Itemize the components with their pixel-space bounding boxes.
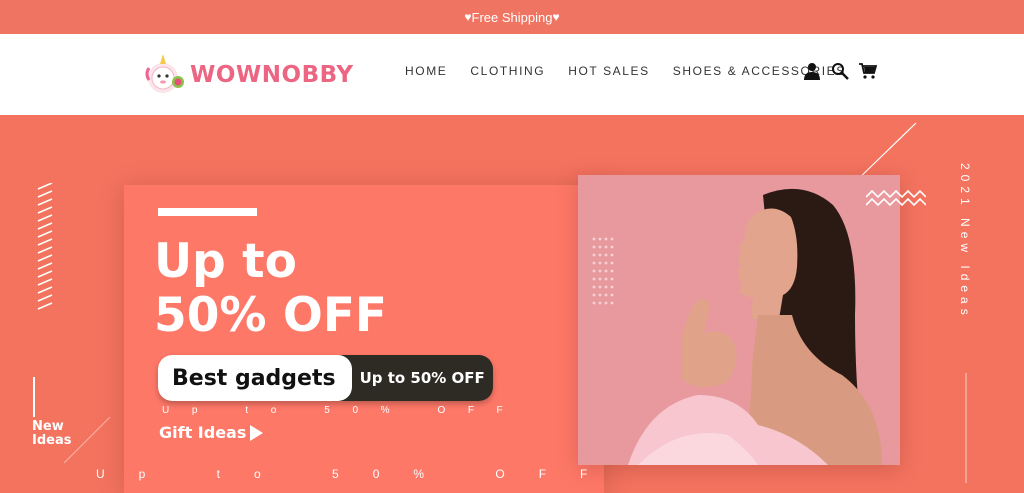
promo-card: Up to 50% OFF Best gadgets Up to 50% OFF… xyxy=(124,185,604,493)
diagonal-line-decoration xyxy=(63,416,111,464)
model-photo xyxy=(578,175,900,465)
cart-icon[interactable] xyxy=(859,62,878,80)
spaced-tagline: Up to 50% OFF xyxy=(162,405,526,416)
diagonal-stripes-decoration xyxy=(37,183,53,310)
hero-banner[interactable]: New Ideas Up to 50% OFF Best gadgets Up … xyxy=(0,115,1024,493)
logo-text: WOWNOBBY xyxy=(190,62,354,88)
nav-home[interactable]: HOME xyxy=(405,64,447,78)
top-announcement-bar: ♥ Free Shipping ♥ xyxy=(0,0,1024,34)
best-gadgets-label: Best gadgets xyxy=(158,355,352,401)
up-to-50-label: Up to 50% OFF xyxy=(337,355,493,401)
account-icon[interactable] xyxy=(803,62,821,80)
gift-ideas-label: Gift Ideas xyxy=(159,423,247,442)
decorative-line xyxy=(33,377,35,417)
site-header: WOWNOBBY HOME CLOTHING HOT SALES SHOES &… xyxy=(0,34,1024,115)
accent-bar xyxy=(158,208,257,216)
play-arrow-icon xyxy=(250,424,264,441)
header-icons xyxy=(803,62,878,80)
heart-icon: ♥ xyxy=(464,10,472,24)
headline-line2: 50% OFF xyxy=(154,288,388,343)
vertical-tagline: 2021 New Ideas xyxy=(958,163,972,320)
nav-clothing[interactable]: CLOTHING xyxy=(470,64,545,78)
bottom-spaced-tagline: Up to 50% OFF xyxy=(96,467,622,481)
free-shipping-text: Free Shipping xyxy=(471,9,553,25)
decorative-line xyxy=(965,373,967,483)
heart-icon: ♥ xyxy=(552,10,560,24)
gift-ideas-link[interactable]: Gift Ideas xyxy=(159,423,264,442)
headline: Up to 50% OFF xyxy=(154,235,387,343)
unicorn-logo-icon xyxy=(140,52,186,98)
zigzag-decoration xyxy=(866,189,926,207)
promo-pill[interactable]: Best gadgets Up to 50% OFF xyxy=(158,355,493,401)
nav-hot-sales[interactable]: HOT SALES xyxy=(568,64,650,78)
woman-profile-image xyxy=(578,175,900,465)
headline-line1: Up to xyxy=(154,234,297,289)
search-icon[interactable] xyxy=(831,62,849,80)
main-nav: HOME CLOTHING HOT SALES SHOES & ACCESSOR… xyxy=(405,64,869,78)
logo[interactable]: WOWNOBBY xyxy=(140,50,354,100)
